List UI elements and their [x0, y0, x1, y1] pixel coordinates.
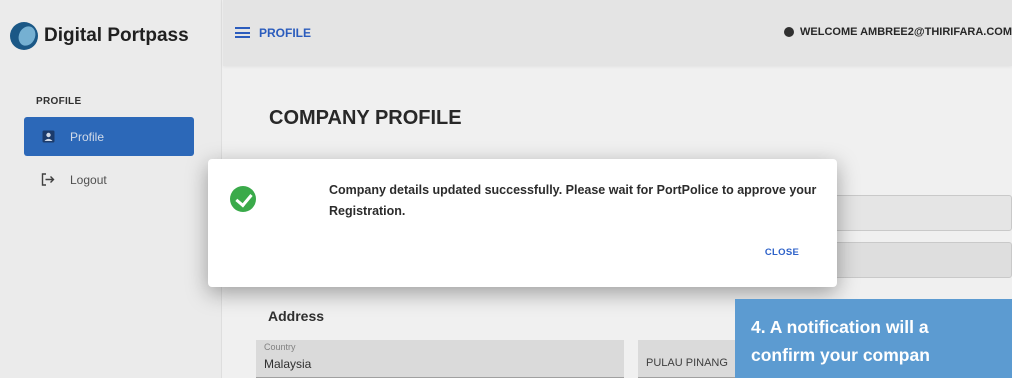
tutorial-callout: 4. A notification will a confirm your co… — [735, 299, 1012, 378]
close-button[interactable]: CLOSE — [754, 239, 810, 265]
success-check-icon — [230, 186, 256, 212]
dialog-message: Company details updated successfully. Pl… — [329, 183, 817, 218]
callout-text: 4. A notification will a confirm your co… — [751, 317, 930, 365]
success-dialog: Company details updated successfully. Pl… — [208, 159, 837, 287]
